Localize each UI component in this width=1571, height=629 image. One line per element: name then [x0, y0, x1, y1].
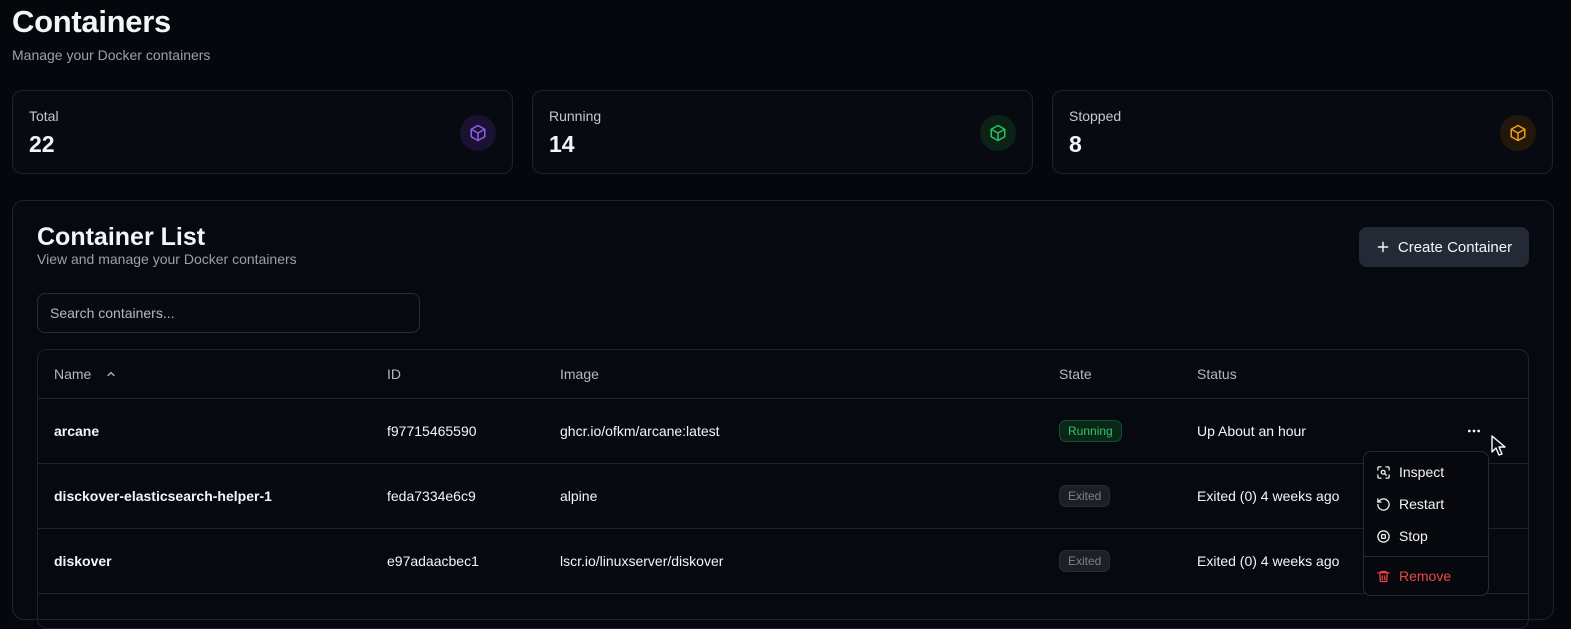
table-row[interactable]: diskover e97adaacbec1 lscr.io/linuxserve… [38, 529, 1528, 594]
container-name[interactable]: diskover [54, 529, 112, 593]
stat-value: 22 [29, 131, 55, 157]
chevron-up-icon [107, 371, 115, 377]
menu-item-label: Remove [1399, 568, 1452, 584]
container-image: ghcr.io/ofkm/arcane:latest [560, 423, 720, 439]
box-icon [980, 115, 1016, 151]
menu-item-label: Stop [1399, 528, 1428, 544]
stop-icon [1377, 529, 1390, 543]
container-id: feda7334e6c9 [387, 488, 476, 504]
inspect-icon [1377, 465, 1390, 479]
state-badge: Exited [1059, 464, 1111, 528]
column-header-id[interactable]: ID [387, 350, 401, 398]
containers-table: Name ID Image State Status arcane f97715… [37, 349, 1529, 629]
container-list-panel: Container List View and manage your Dock… [12, 200, 1554, 629]
container-status: Exited (0) 4 weeks ago [1197, 488, 1340, 504]
menu-item-restart[interactable]: Restart [1364, 489, 1488, 519]
menu-item-remove[interactable]: Remove [1364, 561, 1488, 591]
stat-card-stopped: Stopped 8 [1052, 90, 1553, 174]
table-header: Name ID Image State Status [38, 350, 1528, 399]
container-status: Exited (0) 4 weeks ago [1197, 553, 1340, 569]
stat-card-total: Total 22 [12, 90, 513, 174]
column-header-status[interactable]: Status [1197, 350, 1237, 398]
container-id: e97adaacbec1 [387, 553, 479, 569]
page-subtitle: Manage your Docker containers [12, 47, 211, 63]
menu-item-label: Inspect [1399, 464, 1445, 480]
container-status: Up About an hour [1197, 423, 1306, 439]
mouse-cursor-icon [1491, 435, 1506, 456]
column-header-label: Name [54, 366, 92, 382]
stat-label: Running [549, 108, 602, 124]
state-badge: Exited [1059, 529, 1111, 593]
trash-icon [1377, 570, 1390, 582]
container-id: f97715465590 [387, 423, 477, 439]
more-horizontal-icon [1468, 429, 1480, 433]
menu-divider [1364, 556, 1488, 557]
container-name[interactable]: disckover-elasticsearch-helper-1 [54, 464, 272, 528]
stat-value: 8 [1069, 131, 1082, 157]
restart-icon [1377, 497, 1390, 511]
stat-label: Stopped [1069, 108, 1122, 124]
menu-item-inspect[interactable]: Inspect [1364, 457, 1488, 487]
container-image: lscr.io/linuxserver/diskover [560, 553, 724, 569]
column-header-state[interactable]: State [1059, 350, 1092, 398]
box-icon [1500, 115, 1536, 151]
container-name[interactable]: arcane [54, 399, 99, 463]
stat-label: Total [29, 108, 59, 124]
create-container-label: Create Container [1397, 238, 1513, 256]
menu-item-label: Restart [1399, 496, 1445, 512]
container-list-subtitle: View and manage your Docker containers [37, 251, 297, 267]
menu-item-stop[interactable]: Stop [1364, 521, 1488, 551]
column-header-image[interactable]: Image [560, 350, 599, 398]
stat-card-running: Running 14 [532, 90, 1033, 174]
search-input[interactable] [37, 293, 420, 333]
plus-icon [1377, 241, 1389, 253]
table-row[interactable]: arcane f97715465590 ghcr.io/ofkm/arcane:… [38, 399, 1528, 464]
container-list-title: Container List [37, 223, 206, 251]
stat-value: 14 [549, 131, 575, 157]
create-container-button[interactable]: Create Container [1359, 227, 1529, 267]
table-row[interactable]: disckover-elasticsearch-helper-1 feda733… [38, 464, 1528, 529]
box-icon [460, 115, 496, 151]
container-image: alpine [560, 488, 598, 504]
state-badge: Running [1059, 399, 1122, 463]
page-title: Containers [12, 4, 171, 39]
container-actions-menu: Inspect Restart Stop Remove [1363, 451, 1489, 596]
column-header-name[interactable]: Name [54, 350, 117, 398]
